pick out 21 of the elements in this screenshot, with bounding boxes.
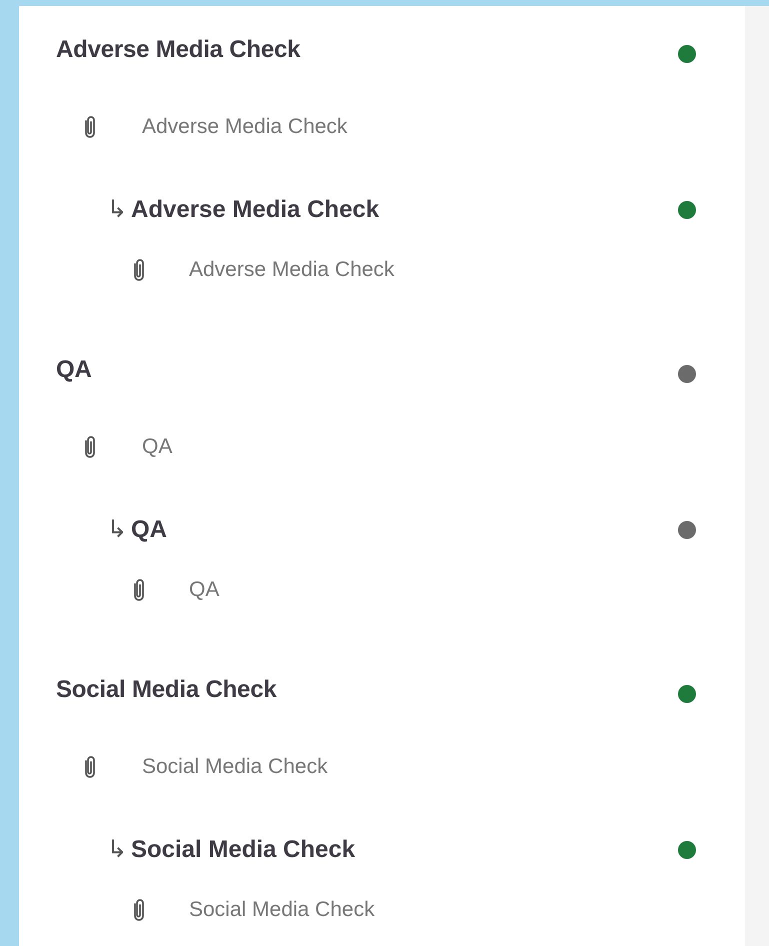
attachment-link[interactable]: Adverse Media Check [142, 111, 348, 143]
arrow-icon: ↳ [107, 832, 127, 868]
attachment-link[interactable]: Adverse Media Check [189, 254, 394, 286]
attachment-link[interactable]: QA [142, 431, 172, 463]
section-title: QA [56, 355, 92, 385]
paperclip-icon [82, 435, 98, 459]
paperclip-icon [131, 578, 147, 602]
section-title: Social Media Check [131, 835, 356, 865]
section-title: Adverse Media Check [56, 35, 300, 65]
section-title: QA [131, 515, 167, 545]
arrow-icon: ↳ [107, 512, 127, 548]
paperclip-icon [82, 755, 98, 779]
arrow-icon: ↳ [107, 192, 127, 228]
paperclip-icon [131, 898, 147, 922]
section-title: Adverse Media Check [131, 195, 380, 225]
attachment-link[interactable]: Social Media Check [142, 751, 328, 783]
paperclip-icon [82, 115, 98, 139]
section-title: Social Media Check [56, 675, 276, 705]
attachment-link[interactable]: Social Media Check [189, 894, 375, 926]
paperclip-icon [131, 258, 147, 282]
attachment-link[interactable]: QA [189, 574, 220, 606]
